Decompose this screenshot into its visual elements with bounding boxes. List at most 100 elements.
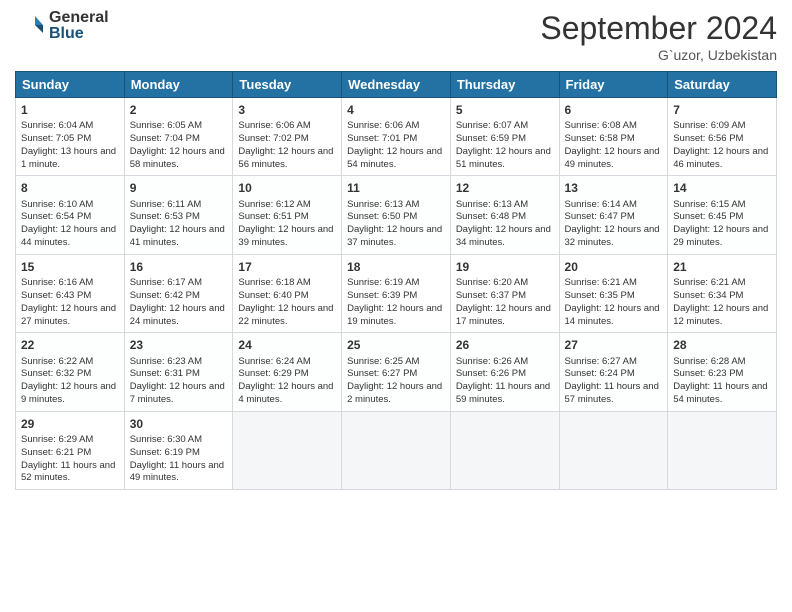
sunset-time: Sunset: 6:23 PM (673, 368, 743, 379)
calendar-day-cell: 24Sunrise: 6:24 AMSunset: 6:29 PMDayligh… (233, 333, 342, 411)
calendar-day-cell: 10Sunrise: 6:12 AMSunset: 6:51 PMDayligh… (233, 176, 342, 254)
day-number: 8 (21, 180, 119, 196)
calendar-day-cell: 13Sunrise: 6:14 AMSunset: 6:47 PMDayligh… (559, 176, 668, 254)
day-number: 11 (347, 180, 445, 196)
calendar-day-cell: 7Sunrise: 6:09 AMSunset: 6:56 PMDaylight… (668, 98, 777, 176)
logo-general: General (49, 10, 109, 26)
daylight-hours: Daylight: 12 hours and 14 minutes. (565, 303, 660, 327)
daylight-hours: Daylight: 12 hours and 2 minutes. (347, 381, 442, 405)
sunrise-time: Sunrise: 6:07 AM (456, 120, 528, 131)
calendar-day-cell: 27Sunrise: 6:27 AMSunset: 6:24 PMDayligh… (559, 333, 668, 411)
day-number: 16 (130, 259, 228, 275)
sunset-time: Sunset: 6:51 PM (238, 211, 308, 222)
calendar-day-cell: 6Sunrise: 6:08 AMSunset: 6:58 PMDaylight… (559, 98, 668, 176)
sunrise-time: Sunrise: 6:06 AM (238, 120, 310, 131)
day-number: 17 (238, 259, 336, 275)
sunrise-time: Sunrise: 6:21 AM (565, 277, 637, 288)
sunset-time: Sunset: 6:34 PM (673, 290, 743, 301)
sunset-time: Sunset: 6:45 PM (673, 211, 743, 222)
daylight-hours: Daylight: 12 hours and 58 minutes. (130, 146, 225, 170)
day-number: 2 (130, 102, 228, 118)
calendar-week-row: 8 Sunrise: 6:10 AMSunset: 6:54 PM Daylight… (16, 176, 777, 254)
calendar-day-cell (450, 411, 559, 489)
calendar-week-row: 29Sunrise: 6:29 AMSunset: 6:21 PMDayligh… (16, 411, 777, 489)
day-number: 21 (673, 259, 771, 275)
sunrise-time: Sunrise: 6:30 AM (130, 434, 202, 445)
daylight-hours: Daylight: 12 hours and 7 minutes. (130, 381, 225, 405)
calendar-table: Sunday Monday Tuesday Wednesday Thursday… (15, 71, 777, 490)
sunrise-time: Sunrise: 6:23 AM (130, 356, 202, 367)
sunrise-time: Sunrise: 6:04 AM (21, 120, 93, 131)
daylight-hours: Daylight: 12 hours and 51 minutes. (456, 146, 551, 170)
sunrise-time: Sunrise: 6:12 AM (238, 199, 310, 210)
calendar-day-cell: 9Sunrise: 6:11 AMSunset: 6:53 PMDaylight… (124, 176, 233, 254)
calendar-day-cell: 18Sunrise: 6:19 AMSunset: 6:39 PMDayligh… (342, 254, 451, 332)
calendar-day-cell (342, 411, 451, 489)
calendar-day-cell: 29Sunrise: 6:29 AMSunset: 6:21 PMDayligh… (16, 411, 125, 489)
sunset-time: Sunset: 7:02 PM (238, 133, 308, 144)
day-number: 18 (347, 259, 445, 275)
sunset-time: Sunset: 6:54 PM (21, 211, 91, 222)
sunrise-time: Sunrise: 6:10 AM (21, 199, 93, 210)
sunset-time: Sunset: 7:01 PM (347, 133, 417, 144)
sunset-time: Sunset: 6:59 PM (456, 133, 526, 144)
day-number: 30 (130, 416, 228, 432)
sunrise-time: Sunrise: 6:22 AM (21, 356, 93, 367)
daylight-hours: Daylight: 12 hours and 4 minutes. (238, 381, 333, 405)
calendar-week-row: 1Sunrise: 6:04 AMSunset: 7:05 PMDaylight… (16, 98, 777, 176)
location: G`uzor, Uzbekistan (540, 47, 777, 63)
day-number: 29 (21, 416, 119, 432)
calendar-day-cell: 15Sunrise: 6:16 AMSunset: 6:43 PMDayligh… (16, 254, 125, 332)
sunrise-time: Sunrise: 6:27 AM (565, 356, 637, 367)
sunset-time: Sunset: 6:42 PM (130, 290, 200, 301)
day-number: 25 (347, 337, 445, 353)
day-number: 19 (456, 259, 554, 275)
sunset-time: Sunset: 6:31 PM (130, 368, 200, 379)
logo: General Blue (15, 10, 109, 42)
day-number: 7 (673, 102, 771, 118)
day-number: 6 (565, 102, 663, 118)
header-thursday: Thursday (450, 72, 559, 98)
daylight-hours: Daylight: 12 hours and 32 minutes. (565, 224, 660, 248)
daylight-hours: Daylight: 12 hours and 46 minutes. (673, 146, 768, 170)
sunrise-time: Sunrise: 6:24 AM (238, 356, 310, 367)
calendar-day-cell: 20 Sunrise: 6:21 AM Sunset: 6:35 PM Dayligh… (559, 254, 668, 332)
calendar-day-cell: 23Sunrise: 6:23 AMSunset: 6:31 PMDayligh… (124, 333, 233, 411)
sunset-time: Sunset: 6:35 PM (565, 290, 635, 301)
sunset-time: Sunset: 6:48 PM (456, 211, 526, 222)
sunrise-time: Sunrise: 6:17 AM (130, 277, 202, 288)
calendar-day-cell (233, 411, 342, 489)
day-number: 28 (673, 337, 771, 353)
sunset-time: Sunset: 6:43 PM (21, 290, 91, 301)
title-block: September 2024 G`uzor, Uzbekistan (540, 10, 777, 63)
sunrise-time: Sunrise: 6:19 AM (347, 277, 419, 288)
calendar-day-cell: 3Sunrise: 6:06 AMSunset: 7:02 PMDaylight… (233, 98, 342, 176)
calendar-day-cell: 30Sunrise: 6:30 AMSunset: 6:19 PMDayligh… (124, 411, 233, 489)
sunset-time: Sunset: 6:27 PM (347, 368, 417, 379)
day-number: 4 (347, 102, 445, 118)
calendar-day-cell (559, 411, 668, 489)
page-container: General Blue September 2024 G`uzor, Uzbe… (0, 0, 792, 500)
day-number: 20 (565, 259, 663, 275)
header-saturday: Saturday (668, 72, 777, 98)
daylight-hours: Daylight: 12 hours and 24 minutes. (130, 303, 225, 327)
sunrise-time: Sunrise: 6:25 AM (347, 356, 419, 367)
sunset-time: Sunset: 6:39 PM (347, 290, 417, 301)
calendar-day-cell: 8Sunrise: 6:10 AMSunset: 6:54 PMDaylight… (16, 176, 125, 254)
calendar-week-row: 15Sunrise: 6:16 AMSunset: 6:43 PMDayligh… (16, 254, 777, 332)
header: General Blue September 2024 G`uzor, Uzbe… (15, 10, 777, 63)
calendar-day-cell: 4Sunrise: 6:06 AMSunset: 7:01 PMDaylight… (342, 98, 451, 176)
day-number: 22 (21, 337, 119, 353)
logo-icon (15, 11, 45, 41)
daylight-hours: Daylight: 11 hours and 52 minutes. (21, 460, 115, 484)
calendar-day-cell: 12Sunrise: 6:13 AMSunset: 6:48 PMDayligh… (450, 176, 559, 254)
daylight-hours: Daylight: 12 hours and 56 minutes. (238, 146, 333, 170)
daylight-hours: Daylight: 12 hours and 37 minutes. (347, 224, 442, 248)
day-number: 14 (673, 180, 771, 196)
day-number: 15 (21, 259, 119, 275)
daylight-hours: Daylight: 12 hours and 54 minutes. (347, 146, 442, 170)
sunset-time: Sunset: 6:21 PM (21, 447, 91, 458)
daylight-hours: Daylight: 11 hours and 57 minutes. (565, 381, 659, 405)
daylight-hours: Daylight: 12 hours and 27 minutes. (21, 303, 116, 327)
sunset-time: Sunset: 6:50 PM (347, 211, 417, 222)
